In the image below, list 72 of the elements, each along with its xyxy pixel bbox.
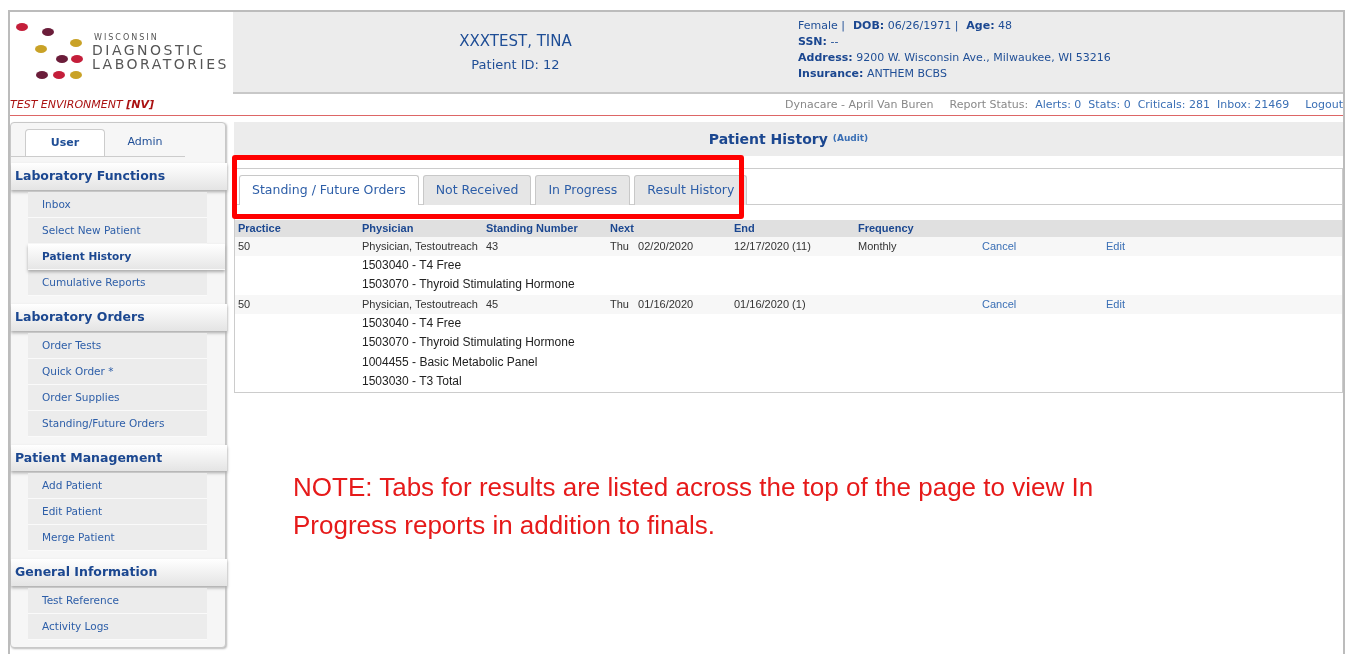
patient-name: XXXTEST, TINA [459,31,572,52]
note-text: NOTE: Tabs for results are listed across the top of the page to view In Progress reports in addition to finals. [293,470,1095,542]
table-cell-text: Physician, Testoutreach [362,239,479,254]
sidebar-item[interactable]: Merge Patient [28,525,207,552]
test-name: 1503040 - T4 Free [362,315,462,330]
cancel-link[interactable]: Cancel [982,238,1106,255]
table-cell-text: 43 [486,239,500,254]
tab[interactable]: Standing / Future Orders [239,175,419,205]
sidebar-tab[interactable]: User [25,129,105,156]
user-name: Dynacare - April Van Buren [784,97,934,111]
column-header: Physician [362,221,415,236]
audit-link[interactable]: (Audit) [832,132,869,146]
test-name: 1004455 - Basic Metabolic Panel [362,354,538,369]
section-header: General Information [11,559,227,586]
logo-text: LABORATORIES [92,57,229,72]
sidebar-item[interactable]: Add Patient [28,473,207,500]
sidebar-item[interactable]: Select New Patient [28,217,207,244]
patient-info: Female | [798,19,845,32]
section-header: Patient Management [11,444,227,472]
tab[interactable]: Result History [634,175,748,205]
column-header: Standing Number [486,221,579,236]
logo-text: DIAGNOSTIC [92,42,206,58]
status-link[interactable]: Inbox: 21469 [1217,97,1290,111]
sidebar-item[interactable]: Patient History [28,243,225,270]
edit-link[interactable]: Edit [1106,296,1342,313]
status-label: Report Status: [949,97,1029,111]
patient-id: Patient ID: 12 [471,55,560,74]
column-header: Practice [238,221,282,236]
table-cell-text: 50 [238,239,252,254]
edit-link[interactable]: Edit [1106,238,1342,255]
table-cell-text: 45 [486,297,500,312]
sidebar-item[interactable]: Edit Patient [28,499,207,526]
patient-info: SSN: -- [798,35,839,48]
sidebar-item[interactable]: Inbox [28,191,207,218]
test-name: 1503040 - T4 Free [362,257,462,272]
tab[interactable]: In Progress [535,175,631,205]
sidebar-item[interactable]: Order Tests [28,332,207,359]
sidebar-item[interactable]: Activity Logs [28,614,207,640]
test-name: 1503070 - Thyroid Stimulating Hormone [362,335,575,350]
patient-info: Age: 48 [966,19,1013,32]
status-link[interactable]: Logout [1305,97,1343,111]
sidebar-item[interactable]: Standing/Future Orders [28,410,207,437]
column-header: Next [610,221,635,236]
section-header: Laboratory Functions [11,163,227,190]
section-header: Laboratory Orders [11,303,227,331]
patient-info: DOB: 06/26/1971 | [853,19,959,32]
sidebar-item[interactable]: Order Supplies [28,384,207,411]
status-link[interactable]: Alerts: 0 [1035,97,1082,111]
table-cell-text: Monthly [858,239,898,254]
test-name: 1503070 - Thyroid Stimulating Hormone [362,277,575,292]
patient-info: Insurance: ANTHEM BCBS [798,67,947,80]
test-name: 1503030 - T3 Total [362,374,462,389]
tab[interactable]: Not Received [422,175,532,205]
table-cell-text: Thu 01/16/2020 [610,297,695,312]
table-cell-text: 12/17/2020 (11) [734,239,812,254]
sidebar-tab[interactable]: Admin [105,129,185,156]
status-link[interactable]: Criticals: 281 [1137,97,1211,111]
column-header: Frequency [858,221,915,236]
table-cell-text: 50 [238,297,252,312]
status-link[interactable]: Stats: 0 [1088,97,1131,111]
table-cell-text: 01/16/2020 (1) [734,297,807,312]
sidebar-item[interactable]: Cumulative Reports [28,269,207,296]
cancel-link[interactable]: Cancel [982,296,1106,313]
logo-text: WISCONSIN [93,34,160,43]
sidebar-item[interactable]: Test Reference [28,588,207,614]
patient-info: Address: 9200 W. Wisconsin Ave., Milwaukee, WI 53216 [798,51,1111,64]
table-cell-text: Thu 02/20/2020 [610,239,695,254]
table-cell-text: Physician, Testoutreach [362,297,479,312]
environment-label: TEST ENVIRONMENT [NV] [10,96,155,113]
page-title: Patient History [708,129,828,149]
sidebar-item[interactable]: Quick Order * [28,358,207,385]
column-header: End [734,221,756,236]
